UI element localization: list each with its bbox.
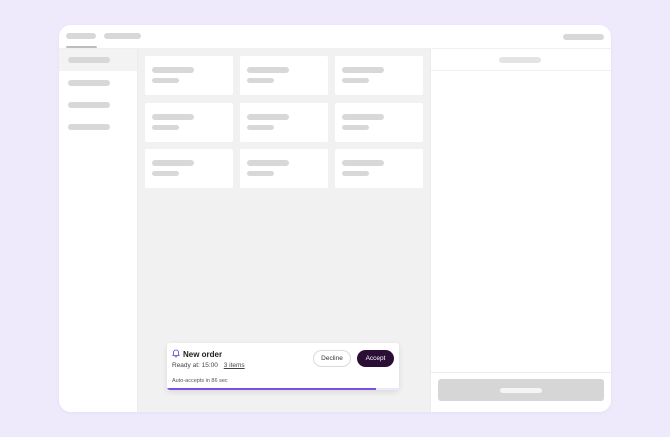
order-panel-footer [431, 372, 611, 412]
auto-accept-countdown: Auto-accepts in 86 sec [172, 378, 228, 384]
active-tab-indicator [66, 46, 97, 48]
auto-accept-progress [167, 388, 399, 390]
card-title-placeholder [342, 160, 384, 166]
sidebar-item-placeholder[interactable] [68, 124, 110, 130]
product-card[interactable] [335, 103, 423, 142]
auto-accept-progress-fill [167, 388, 376, 390]
top-bar [59, 25, 611, 49]
accept-button[interactable]: Accept [357, 350, 394, 367]
card-title-placeholder [247, 114, 289, 120]
order-panel-header [431, 49, 611, 71]
product-card[interactable] [240, 103, 328, 142]
ready-at-text: Ready at: 15:00 [172, 362, 218, 369]
bell-icon [172, 349, 180, 358]
decline-button[interactable]: Decline [313, 350, 351, 367]
sidebar [59, 49, 137, 412]
sidebar-item-placeholder[interactable] [68, 80, 110, 86]
checkout-button[interactable] [438, 379, 604, 401]
sidebar-item-active[interactable] [59, 49, 137, 71]
toast-title: New order [183, 350, 223, 359]
card-title-placeholder [247, 160, 289, 166]
card-title-placeholder [152, 160, 194, 166]
card-title-placeholder [342, 67, 384, 73]
tab-placeholder-1[interactable] [66, 33, 96, 39]
toast-details: Ready at: 15:00 3 items [172, 362, 245, 369]
tab-placeholder-2[interactable] [104, 33, 141, 39]
product-card[interactable] [145, 56, 233, 95]
order-panel [430, 49, 611, 412]
card-subtitle-placeholder [247, 78, 274, 83]
product-card[interactable] [335, 56, 423, 95]
card-title-placeholder [152, 67, 194, 73]
card-subtitle-placeholder [342, 125, 369, 130]
card-subtitle-placeholder [247, 171, 274, 176]
product-card[interactable] [145, 103, 233, 142]
card-title-placeholder [247, 67, 289, 73]
items-link[interactable]: 3 items [224, 362, 245, 369]
checkout-button-label-placeholder [500, 388, 542, 393]
product-card[interactable] [240, 149, 328, 188]
card-title-placeholder [342, 114, 384, 120]
card-subtitle-placeholder [342, 171, 369, 176]
sidebar-item-placeholder [68, 57, 110, 63]
card-title-placeholder [152, 114, 194, 120]
card-subtitle-placeholder [152, 78, 179, 83]
new-order-toast: New order Ready at: 15:00 3 items Auto-a… [167, 343, 399, 390]
product-card[interactable] [145, 149, 233, 188]
card-subtitle-placeholder [152, 171, 179, 176]
sidebar-item-placeholder[interactable] [68, 102, 110, 108]
app-window: New order Ready at: 15:00 3 items Auto-a… [59, 25, 611, 412]
product-card[interactable] [335, 149, 423, 188]
order-panel-title-placeholder [499, 57, 541, 63]
account-placeholder[interactable] [563, 34, 604, 40]
product-card[interactable] [240, 56, 328, 95]
card-subtitle-placeholder [152, 125, 179, 130]
card-subtitle-placeholder [342, 78, 369, 83]
card-subtitle-placeholder [247, 125, 274, 130]
